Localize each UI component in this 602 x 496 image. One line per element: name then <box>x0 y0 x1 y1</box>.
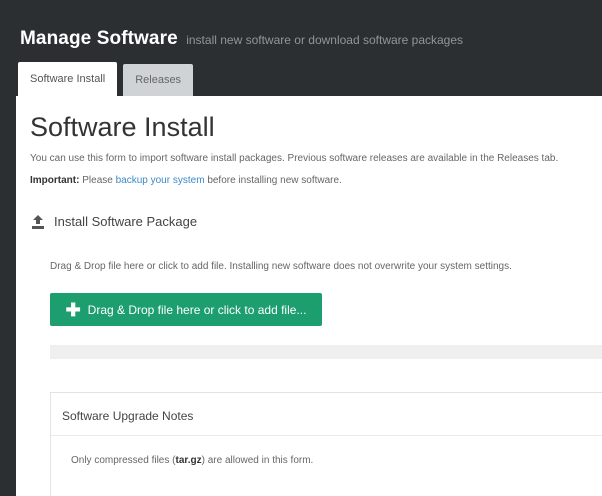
notes-text-pre: Only compressed files ( <box>71 455 176 466</box>
app-title: Manage Software <box>20 28 178 49</box>
upload-progress-bar <box>50 345 602 359</box>
backup-link[interactable]: backup your system <box>116 175 205 186</box>
add-file-button[interactable]: ✚ Drag & Drop file here or click to add … <box>50 293 322 326</box>
important-pre: Please <box>82 175 113 186</box>
notes-text: Only compressed files (tar.gz) are allow… <box>71 455 313 466</box>
main-content: Software Install You can use this form t… <box>16 96 602 496</box>
plus-icon: ✚ <box>65 299 81 320</box>
left-rail <box>0 96 16 496</box>
notes-text-bold: tar.gz <box>175 455 202 466</box>
section-title: Install Software Package <box>54 214 198 229</box>
tab-releases[interactable]: Releases <box>123 64 194 96</box>
important-post: before installing new software. <box>207 175 342 186</box>
tab-software-install[interactable]: Software Install <box>18 62 118 96</box>
install-section-header: Install Software Package <box>32 214 197 229</box>
notes-text-post: ) are allowed in this form. <box>201 455 314 466</box>
app-window: Manage Software install new software or … <box>0 0 602 496</box>
upgrade-notes-panel: Software Upgrade Notes Only compressed f… <box>50 392 602 496</box>
upload-icon <box>32 214 44 229</box>
add-file-button-label: Drag & Drop file here or click to add fi… <box>87 302 307 317</box>
header-title-row: Manage Software install new software or … <box>20 28 463 50</box>
notes-title: Software Upgrade Notes <box>62 409 194 423</box>
upload-hint: Drag & Drop file here or click to add fi… <box>50 261 512 272</box>
app-subtitle: install new software or download softwar… <box>186 33 464 47</box>
header-bar: Manage Software install new software or … <box>0 0 602 96</box>
important-label: Important: <box>30 175 80 186</box>
notes-divider <box>51 435 602 436</box>
important-note: Important: Please backup your system bef… <box>30 175 342 186</box>
page-title: Software Install <box>30 112 215 142</box>
page-description: You can use this form to import software… <box>30 153 559 164</box>
tab-bar: Software Install Releases <box>18 56 194 96</box>
